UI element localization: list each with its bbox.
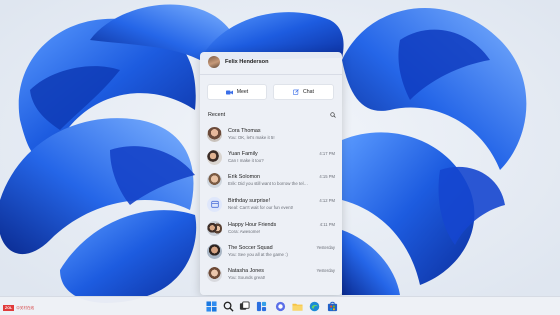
video-camera-icon [225,90,233,94]
compose-icon [293,89,299,95]
chat-time: Yesterday [316,245,335,250]
recent-header: Recent [208,110,336,120]
chat-name: Birthday surprise! [228,197,270,204]
watermark-badge: ZOL [3,305,15,311]
recent-title: Recent [208,112,226,118]
chat-name: Yuan Family [228,150,258,157]
chat-item-erik-solomon[interactable]: Erik Solomon Erik: Did you still want to… [205,169,339,191]
chat-item-natasha-jones[interactable]: Natasha Jones You: Sounds great! Yesterd… [205,263,339,285]
chat-preview: Neal: Can't wait for our fun event! [228,204,294,210]
chat-time: 4:15 PM [319,174,335,179]
chat-time: 4:11 PM [319,222,335,227]
panel-header: Felix Henderson [200,52,342,72]
chat-item-birthday-surprise[interactable]: Birthday surprise! Neal: Can't wait for … [205,193,339,215]
group-calendar-avatar [207,196,222,212]
chat-item-happy-hour-friends[interactable]: Happy Hour Friends Cora: Awesome! 4:11 P… [205,217,339,239]
chat-preview: Cora: Awesome! [228,228,261,234]
chat-time: 4:12 PM [319,198,335,203]
chat-preview: Can I make it too? [228,157,264,163]
chat-taskbar-icon[interactable] [275,301,286,312]
calendar-icon [210,200,219,208]
start-windows-icon[interactable] [206,301,217,312]
search-taskbar-icon[interactable] [223,301,234,312]
chat-preview: You: Sounds great! [228,274,266,280]
widgets-icon[interactable] [256,301,267,312]
edge-browser-icon[interactable] [309,301,320,312]
meet-label: Meet [236,89,249,95]
header-divider [200,74,342,75]
search-icon[interactable] [330,112,336,118]
chat-item-the-soccer-squad[interactable]: The Soccer Squad You: See you all at the… [205,240,339,262]
chat-name: Cora Thomas [228,127,261,134]
avatar [207,149,222,165]
task-view-icon[interactable] [239,301,250,312]
chat-name: The Soccer Squad [228,244,273,251]
chat-name: Natasha Jones [228,267,264,274]
avatar [207,126,222,142]
avatar [207,243,222,259]
watermark-text: 中关村在线 [16,305,35,310]
chat-name: Happy Hour Friends [228,221,277,228]
user-avatar[interactable] [208,56,220,68]
chat-time: Yesterday [316,268,335,273]
store-icon[interactable] [327,301,338,312]
user-name: Felix Henderson [225,59,269,65]
avatar [207,266,222,282]
chat-preview: You: See you all at the game :) [228,251,288,257]
file-explorer-icon[interactable] [292,301,303,312]
meet-button[interactable]: Meet [207,84,267,100]
avatar [207,172,222,188]
chat-item-cora-thomas[interactable]: Cora Thomas You: OK, let's make it 5! [205,123,339,145]
chat-preview: Erik: Did you still want to borrow the t… [228,180,310,186]
chat-time: 4:17 PM [319,151,335,156]
avatar [207,220,222,236]
chat-label: Chat [303,89,314,95]
chat-button[interactable]: Chat [273,84,334,100]
chat-preview: You: OK, let's make it 5! [228,134,275,140]
chat-item-yuan-family[interactable]: Yuan Family Can I make it too? 4:17 PM [205,146,339,168]
watermark: ZOL 中关村在线 [3,304,34,312]
chat-name: Erik Solomon [228,173,261,180]
